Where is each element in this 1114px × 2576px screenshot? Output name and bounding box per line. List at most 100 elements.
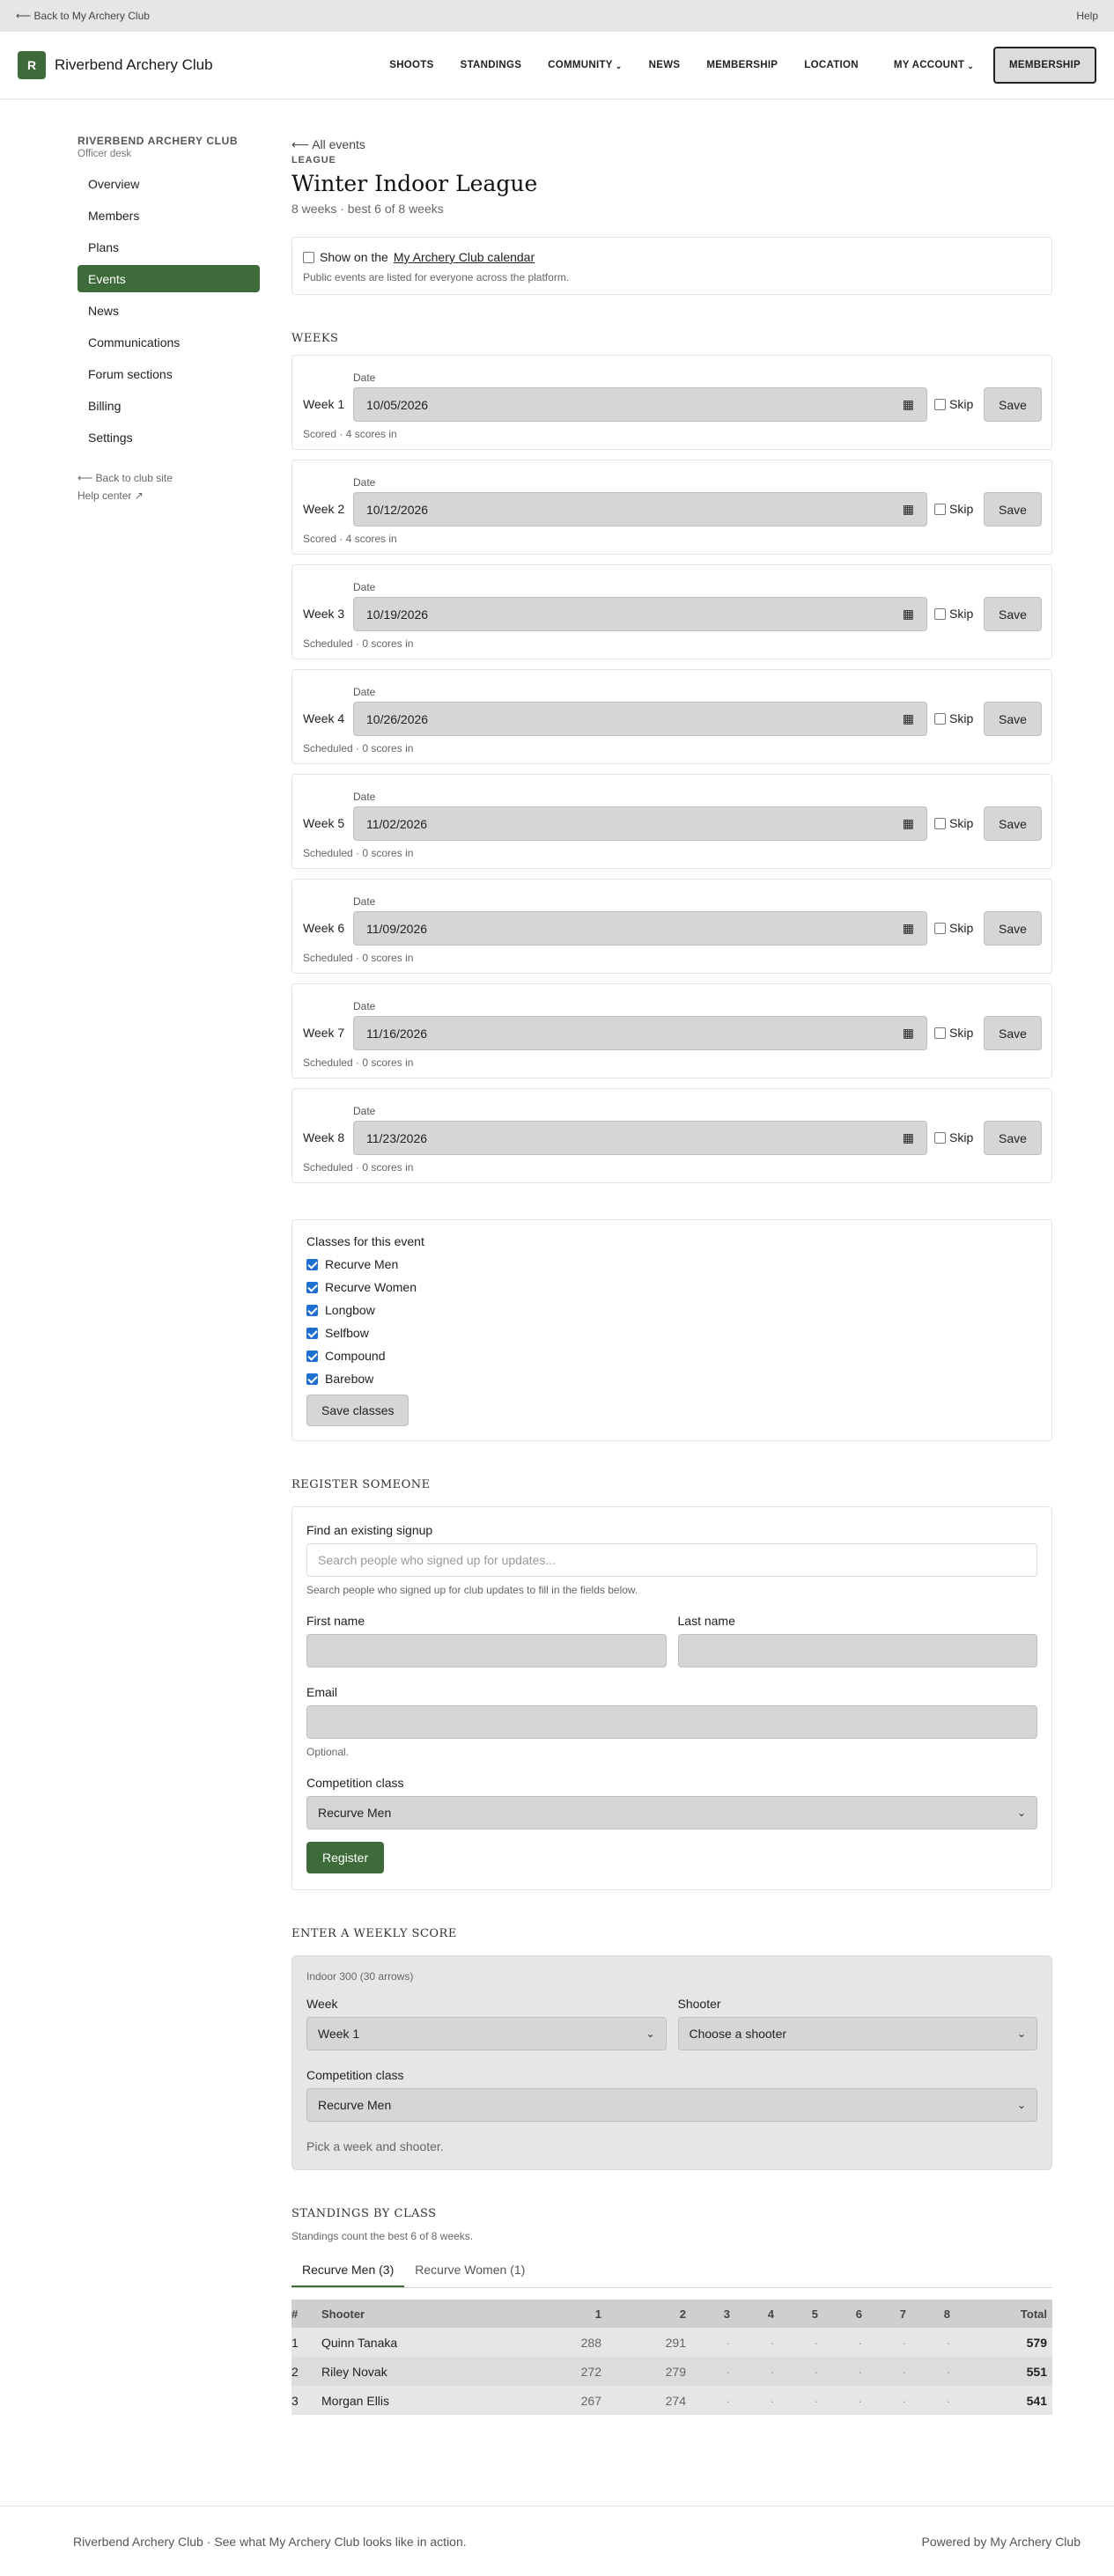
class-option[interactable]: Compound bbox=[306, 1349, 1037, 1363]
save-classes-button[interactable]: Save classes bbox=[306, 1395, 409, 1426]
skip-toggle[interactable]: Skip bbox=[934, 1130, 973, 1144]
skip-checkbox[interactable] bbox=[934, 398, 946, 410]
skip-checkbox[interactable] bbox=[934, 922, 946, 934]
sidebar-item-events[interactable]: Events bbox=[77, 265, 260, 292]
week-date-input[interactable]: 10/26/2026 ▦ bbox=[353, 702, 927, 736]
save-week-button[interactable]: Save bbox=[984, 806, 1042, 841]
show-on-calendar-checkbox[interactable] bbox=[303, 251, 314, 263]
sidebar-item-news[interactable]: News bbox=[77, 297, 260, 324]
tab-recurve-women[interactable]: Recurve Women (1) bbox=[404, 2254, 535, 2287]
col-week-3: 3 bbox=[691, 2300, 735, 2328]
rank-cell: 2 bbox=[291, 2364, 299, 2379]
skip-toggle[interactable]: Skip bbox=[934, 816, 973, 830]
calendar-link[interactable]: My Archery Club calendar bbox=[394, 250, 535, 264]
shooter-select[interactable]: Choose a shooter ⌄ bbox=[677, 2017, 1037, 2050]
total-cell: 579 bbox=[1026, 2335, 1047, 2350]
week-date-input[interactable]: 11/23/2026 ▦ bbox=[353, 1121, 927, 1155]
skip-checkbox[interactable] bbox=[934, 1131, 946, 1144]
week-select[interactable]: Week 1 ⌄ bbox=[306, 2017, 667, 2050]
powered-by-link[interactable]: Powered by My Archery Club bbox=[921, 2535, 1081, 2549]
skip-toggle[interactable]: Skip bbox=[934, 502, 973, 516]
membership-button[interactable]: MEMBERSHIP bbox=[993, 47, 1096, 84]
competition-class-select[interactable]: Recurve Men ⌄ bbox=[306, 1796, 1037, 1829]
classes-card: Classes for this event Recurve Men Recur… bbox=[291, 1219, 1052, 1441]
skip-label: Skip bbox=[949, 921, 974, 935]
tab-recurve-men[interactable]: Recurve Men (3) bbox=[291, 2254, 405, 2287]
class-checkbox[interactable] bbox=[306, 1258, 318, 1270]
week-date-input[interactable]: 10/12/2026 ▦ bbox=[353, 492, 927, 526]
email-field[interactable] bbox=[306, 1705, 1037, 1739]
class-option[interactable]: Recurve Women bbox=[306, 1280, 1037, 1294]
week-date-input[interactable]: 11/09/2026 ▦ bbox=[353, 911, 927, 946]
sidebar-item-plans[interactable]: Plans bbox=[77, 233, 260, 261]
nav-shoots[interactable]: SHOOTS bbox=[389, 60, 433, 70]
class-option[interactable]: Recurve Men bbox=[306, 1257, 1037, 1271]
save-week-button[interactable]: Save bbox=[984, 597, 1042, 631]
back-to-my-archery-club-link[interactable]: ⟵ Back to My Archery Club bbox=[16, 10, 150, 22]
register-button[interactable]: Register bbox=[306, 1842, 385, 1873]
week-status: Scheduled · 0 scores in bbox=[303, 1161, 414, 1174]
sidebar-item-communications[interactable]: Communications bbox=[77, 328, 260, 356]
skip-checkbox[interactable] bbox=[934, 1027, 946, 1039]
skip-checkbox[interactable] bbox=[934, 817, 946, 829]
sidebar-item-forum-sections[interactable]: Forum sections bbox=[77, 360, 260, 387]
class-checkbox[interactable] bbox=[306, 1281, 318, 1293]
skip-toggle[interactable]: Skip bbox=[934, 397, 973, 411]
all-events-link[interactable]: ⟵ All events bbox=[291, 137, 1052, 152]
week-date-input[interactable]: 11/02/2026 ▦ bbox=[353, 806, 927, 841]
first-name-field[interactable] bbox=[306, 1634, 667, 1667]
sidebar-item-overview[interactable]: Overview bbox=[77, 170, 260, 197]
week-date-input[interactable]: 10/19/2026 ▦ bbox=[353, 597, 927, 631]
save-week-button[interactable]: Save bbox=[984, 1121, 1042, 1155]
save-week-button[interactable]: Save bbox=[984, 1016, 1042, 1050]
score-class-select[interactable]: Recurve Men ⌄ bbox=[306, 2088, 1037, 2122]
class-label: Longbow bbox=[325, 1303, 375, 1317]
skip-checkbox[interactable] bbox=[934, 712, 946, 725]
sidebar-item-billing[interactable]: Billing bbox=[77, 392, 260, 419]
save-week-button[interactable]: Save bbox=[984, 492, 1042, 526]
sidebar-item-members[interactable]: Members bbox=[77, 202, 260, 229]
save-week-button[interactable]: Save bbox=[984, 911, 1042, 946]
week-date-input[interactable]: 10/05/2026 ▦ bbox=[353, 387, 927, 422]
class-checkbox[interactable] bbox=[306, 1304, 318, 1316]
total-cell: 551 bbox=[1026, 2364, 1047, 2379]
nav-news[interactable]: NEWS bbox=[649, 60, 681, 70]
skip-toggle[interactable]: Skip bbox=[934, 711, 973, 725]
help-center-link[interactable]: Help center ↗ bbox=[77, 489, 260, 502]
sidebar: RIVERBEND ARCHERY CLUB Officer desk Over… bbox=[77, 99, 260, 2415]
brand[interactable]: R Riverbend Archery Club bbox=[18, 51, 213, 79]
class-checkbox[interactable] bbox=[306, 1327, 318, 1339]
signup-search-input[interactable]: Search people who signed up for updates.… bbox=[306, 1543, 1037, 1577]
score-class-label: Competition class bbox=[306, 2068, 404, 2082]
skip-toggle[interactable]: Skip bbox=[934, 607, 973, 621]
class-option[interactable]: Selfbow bbox=[306, 1326, 1037, 1340]
last-name-field[interactable] bbox=[677, 1634, 1037, 1667]
skip-toggle[interactable]: Skip bbox=[934, 921, 973, 935]
nav-my-account[interactable]: MY ACCOUNT ⌄ bbox=[894, 60, 974, 71]
week-label: Week 7 bbox=[303, 1026, 345, 1040]
sidebar-item-settings[interactable]: Settings bbox=[77, 423, 260, 451]
class-option[interactable]: Longbow bbox=[306, 1303, 1037, 1317]
score-cell: · bbox=[770, 2393, 774, 2408]
skip-checkbox[interactable] bbox=[934, 503, 946, 515]
score-cell: · bbox=[814, 2393, 818, 2408]
rank-cell: 3 bbox=[291, 2393, 299, 2408]
save-week-button[interactable]: Save bbox=[984, 387, 1042, 422]
class-option[interactable]: Barebow bbox=[306, 1372, 1037, 1386]
nav-standings[interactable]: STANDINGS bbox=[461, 60, 522, 70]
nav-membership[interactable]: MEMBERSHIP bbox=[706, 60, 778, 70]
date-label: Date bbox=[353, 1105, 376, 1117]
skip-checkbox[interactable] bbox=[934, 607, 946, 620]
score-cell: · bbox=[726, 2393, 730, 2408]
week-date-input[interactable]: 11/16/2026 ▦ bbox=[353, 1016, 927, 1050]
class-checkbox[interactable] bbox=[306, 1373, 318, 1385]
nav-location[interactable]: LOCATION bbox=[804, 60, 859, 70]
calendar-icon: ▦ bbox=[902, 502, 914, 516]
help-link[interactable]: Help bbox=[1076, 10, 1098, 22]
save-week-button[interactable]: Save bbox=[984, 702, 1042, 736]
skip-toggle[interactable]: Skip bbox=[934, 1026, 973, 1040]
nav-community-label: COMMUNITY bbox=[548, 59, 613, 70]
back-to-club-site-link[interactable]: ⟵ Back to club site bbox=[77, 472, 260, 484]
class-checkbox[interactable] bbox=[306, 1350, 318, 1362]
nav-community[interactable]: COMMUNITY ⌄ bbox=[548, 60, 622, 71]
